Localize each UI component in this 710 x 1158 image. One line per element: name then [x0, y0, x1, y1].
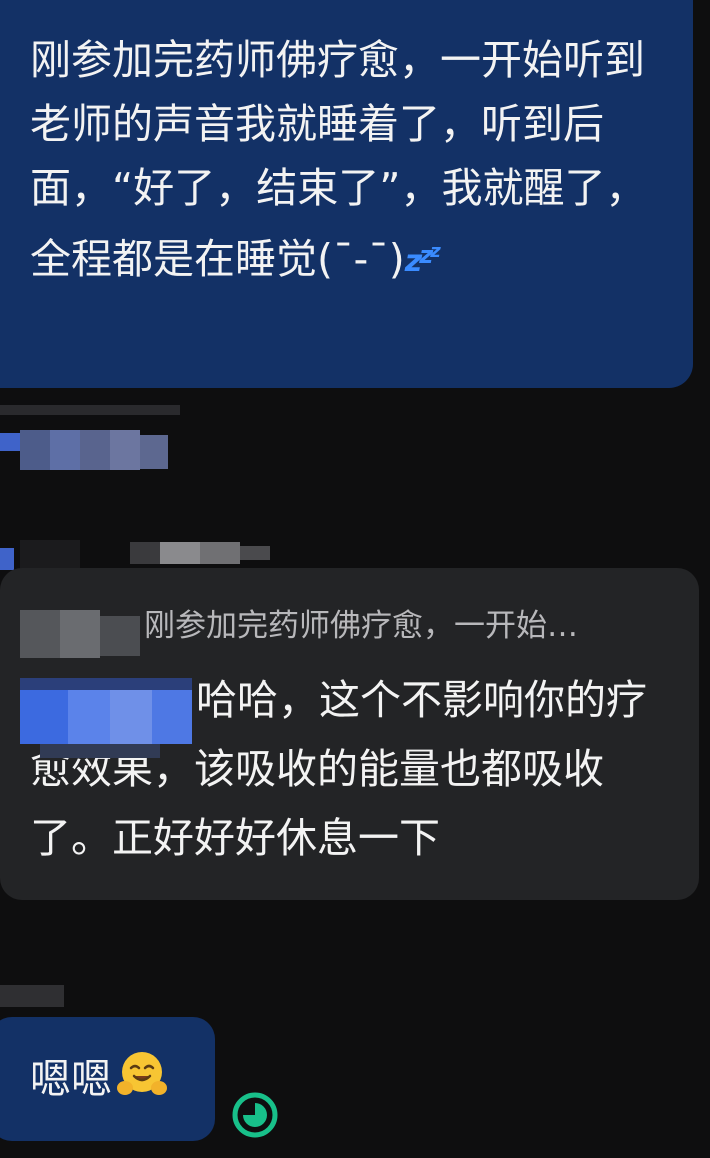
zzz-sleep-icon: zzz — [404, 241, 441, 279]
chat-screen: 刚参加完药师佛疗愈，一开始听到老师的声音我就睡着了，听到后面，“好了，结束了”，… — [0, 0, 710, 1158]
hugging-face-emoji — [117, 1052, 167, 1095]
redacted-sender-name — [0, 405, 180, 475]
redacted-avatar — [0, 520, 270, 570]
redacted-timestamp — [0, 985, 64, 1007]
clock-sending-icon — [232, 1092, 278, 1138]
redacted-mention-name — [20, 678, 192, 758]
sent-message-bubble[interactable]: 嗯嗯 — [0, 1017, 215, 1141]
sent-message-bubble[interactable]: 刚参加完药师佛疗愈，一开始听到老师的声音我就睡着了，听到后面，“好了，结束了”，… — [0, 0, 693, 388]
message-text: 刚参加完药师佛疗愈，一开始听到老师的声音我就睡着了，听到后面，“好了，结束了”，… — [30, 36, 647, 283]
redacted-quote-author — [20, 610, 140, 660]
message-text: 嗯嗯 — [30, 1055, 112, 1103]
